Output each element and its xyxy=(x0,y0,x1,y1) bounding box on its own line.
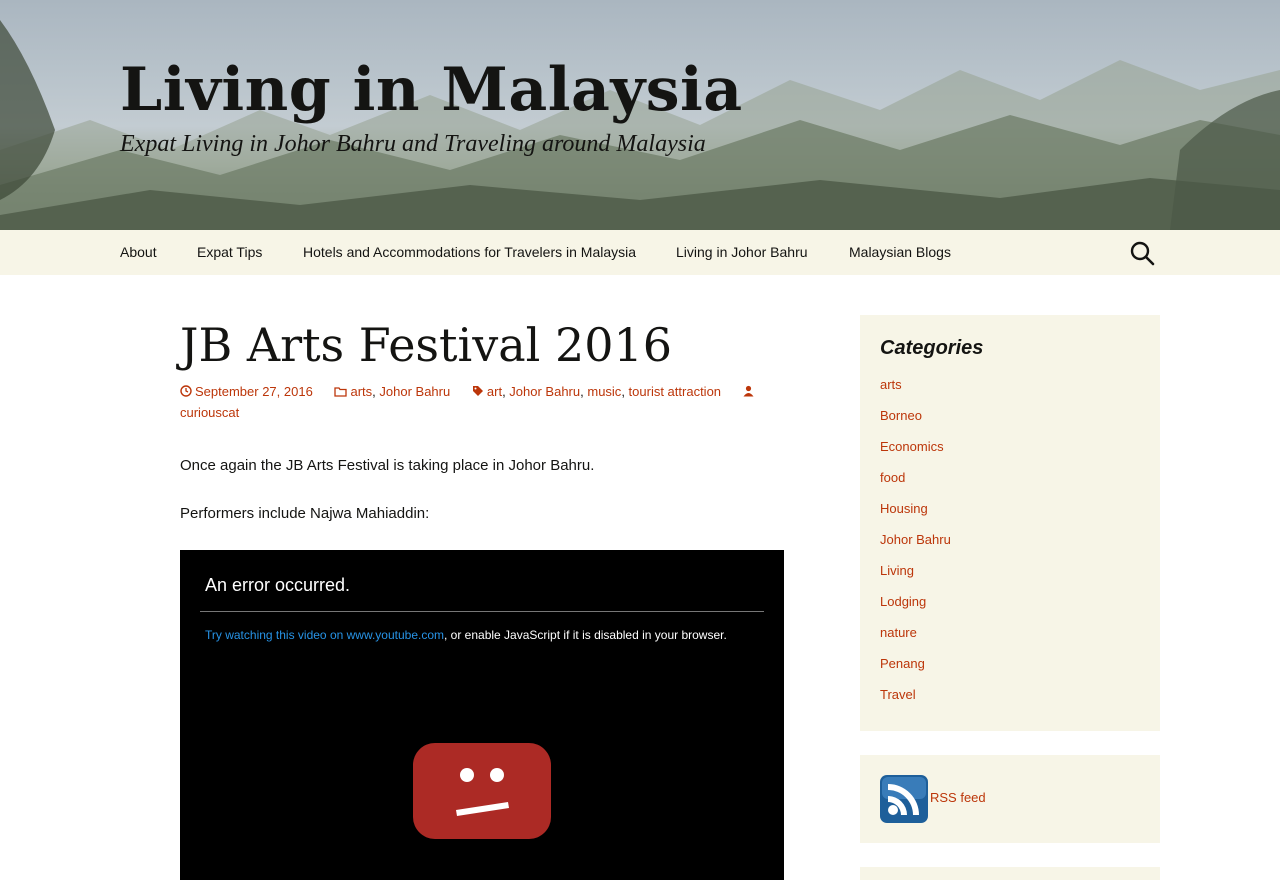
tag-link-johor-bahru[interactable]: Johor Bahru xyxy=(509,384,580,399)
entry-paragraph: Once again the JB Arts Festival is takin… xyxy=(180,457,595,474)
entry-title[interactable]: JB Arts Festival 2016 xyxy=(180,314,672,376)
categories-widget: Categories arts Borneo Economics food Ho… xyxy=(860,315,1160,731)
rss-widget: RSS feed xyxy=(860,755,1160,843)
user-icon xyxy=(743,385,754,397)
category-item[interactable]: Borneo xyxy=(880,406,951,437)
category-link-arts[interactable]: arts xyxy=(350,384,372,399)
video-divider xyxy=(200,611,764,612)
watch-on-youtube-link[interactable]: Try watching this video on www.youtube.c… xyxy=(205,628,444,642)
category-item[interactable]: Travel xyxy=(880,685,951,716)
category-item[interactable]: Housing xyxy=(880,499,951,530)
tag-link-art[interactable]: art xyxy=(487,384,502,399)
category-item[interactable]: arts xyxy=(880,375,951,406)
nav-item-about[interactable]: About xyxy=(120,230,157,275)
category-item[interactable]: Johor Bahru xyxy=(880,530,951,561)
folder-icon xyxy=(334,387,348,397)
category-item[interactable]: food xyxy=(880,468,951,499)
categories-list: arts Borneo Economics food Housing Johor… xyxy=(880,375,951,716)
clock-icon xyxy=(180,385,192,397)
embedded-video-player[interactable]: An error occurred. Try watching this vid… xyxy=(180,550,784,880)
nav-item-hotels[interactable]: Hotels and Accommodations for Travelers … xyxy=(303,230,636,275)
category-item[interactable]: Penang xyxy=(880,654,951,685)
search-icon[interactable] xyxy=(1128,239,1156,267)
site-title[interactable]: Living in Malaysia xyxy=(120,52,743,128)
video-error-message-rest: , or enable JavaScript if it is disabled… xyxy=(444,628,727,642)
rss-feed-link[interactable]: RSS feed xyxy=(930,788,986,808)
video-error-message: Try watching this video on www.youtube.c… xyxy=(205,628,745,643)
nav-item-expat-tips[interactable]: Expat Tips xyxy=(197,230,262,275)
tag-link-music[interactable]: music xyxy=(587,384,621,399)
site-description: Expat Living in Johor Bahru and Travelin… xyxy=(120,131,706,157)
site-header: Living in Malaysia Expat Living in Johor… xyxy=(0,0,1280,230)
categories-widget-title: Categories xyxy=(880,337,984,359)
main-navigation: About Expat Tips Hotels and Accommodatio… xyxy=(0,230,1280,275)
tag-icon xyxy=(472,386,483,396)
nav-item-malaysian-blogs[interactable]: Malaysian Blogs xyxy=(849,230,951,275)
author-link[interactable]: curiouscat xyxy=(180,405,239,420)
entry-meta: September 27, 2016 arts, Johor Bahru art… xyxy=(180,381,780,423)
nav-item-living-in-johor-bahru[interactable]: Living in Johor Bahru xyxy=(676,230,808,275)
next-widget xyxy=(860,867,1160,880)
video-error-title: An error occurred. xyxy=(205,575,351,595)
category-item[interactable]: Economics xyxy=(880,437,951,468)
category-item[interactable]: Living xyxy=(880,561,951,592)
tag-link-tourist-attraction[interactable]: tourist attraction xyxy=(629,384,722,399)
rss-icon[interactable] xyxy=(880,775,928,823)
category-item[interactable]: nature xyxy=(880,623,951,654)
sad-youtube-icon xyxy=(413,743,551,839)
entry-paragraph: Performers include Najwa Mahiaddin: xyxy=(180,505,430,522)
category-item[interactable]: Lodging xyxy=(880,592,951,623)
category-link-johor-bahru[interactable]: Johor Bahru xyxy=(379,384,450,399)
entry-date-link[interactable]: September 27, 2016 xyxy=(195,384,313,399)
